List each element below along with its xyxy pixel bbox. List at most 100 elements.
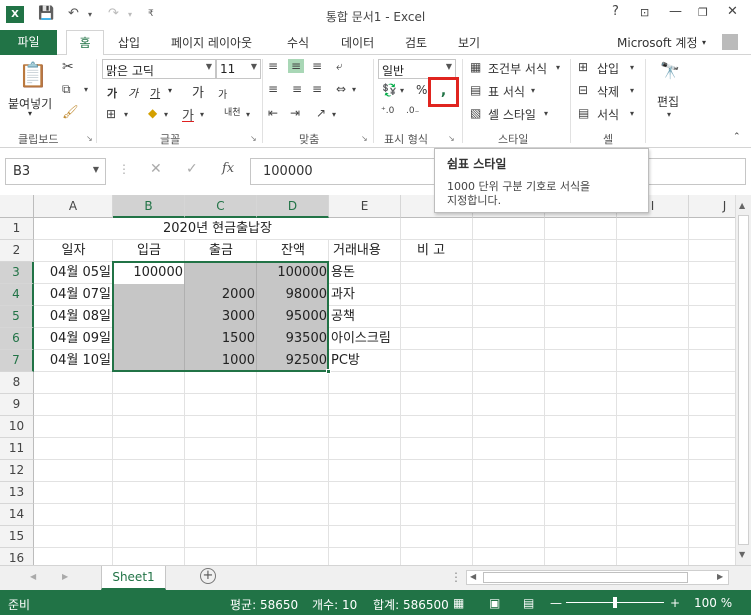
underline-dropdown-icon[interactable]: ▾ [168, 86, 172, 95]
next-sheet-icon[interactable]: ▶ [62, 572, 68, 581]
shrink-font-button[interactable]: 가 [218, 86, 227, 101]
merge-dropdown-icon[interactable]: ▾ [352, 85, 356, 94]
table-format-button[interactable]: 표 서식 [488, 83, 525, 100]
cell[interactable]: PC방 [329, 350, 401, 372]
cell[interactable] [113, 350, 185, 372]
cell[interactable]: 용돈 [329, 262, 401, 284]
name-box[interactable]: B3 ▼ [5, 158, 106, 185]
cell-style-button[interactable]: 셀 스타일 [488, 106, 536, 123]
row-header[interactable]: 15 [0, 526, 34, 548]
orientation-dropdown-icon[interactable]: ▾ [332, 110, 336, 119]
border-icon[interactable]: ⊞ [106, 107, 116, 121]
copy-icon[interactable]: ⧉ [62, 82, 71, 97]
zoom-slider-thumb[interactable] [613, 597, 617, 608]
tab-insert[interactable]: 삽입 [118, 34, 140, 51]
align-center-icon[interactable]: ≡ [292, 82, 302, 96]
enter-icon[interactable]: ✓ [186, 161, 198, 177]
sheet-title-cell[interactable]: 2020년 현금출납장 [34, 218, 401, 240]
comma-style-button[interactable]: , [428, 77, 459, 107]
close-button[interactable]: ✕ [727, 4, 738, 19]
decrease-indent-icon[interactable]: ⇤ [268, 106, 278, 120]
row-header[interactable]: 12 [0, 460, 34, 482]
scroll-down-icon[interactable]: ▼ [739, 550, 745, 559]
cell[interactable]: 공책 [329, 306, 401, 328]
zoom-level[interactable]: 100 % [694, 596, 732, 610]
horizontal-scrollbar[interactable]: ◀ ▶ [466, 570, 729, 585]
column-header[interactable]: D [257, 195, 329, 218]
conditional-format-dropdown-icon[interactable]: ▾ [556, 63, 560, 72]
tab-review[interactable]: 검토 [405, 34, 427, 51]
paste-dropdown-icon[interactable]: ▾ [28, 109, 32, 118]
column-header[interactable]: B [113, 195, 185, 218]
grow-font-button[interactable]: 가 [192, 82, 204, 101]
cell[interactable] [113, 306, 185, 328]
editing-button[interactable]: 편집 [657, 93, 679, 110]
row-header[interactable]: 11 [0, 438, 34, 460]
vertical-scrollbar[interactable]: ▲ ▼ [735, 195, 751, 565]
align-top-icon[interactable]: ≡ [268, 59, 278, 73]
row-header[interactable]: 1 [0, 218, 34, 240]
format-painter-icon[interactable]: 🖌 [62, 105, 79, 120]
cancel-icon[interactable]: ✕ [150, 161, 162, 177]
increase-indent-icon[interactable]: ⇥ [290, 106, 300, 120]
cell[interactable]: 04월 09일 [34, 328, 113, 350]
row-header[interactable]: 16 [0, 548, 34, 565]
number-format-combo[interactable]: 일반 ▼ [378, 59, 456, 79]
phonetic-button[interactable]: 내천 [224, 105, 241, 118]
account-dropdown-icon[interactable]: ▾ [702, 38, 706, 47]
row-header[interactable]: 14 [0, 504, 34, 526]
scroll-left-icon[interactable]: ◀ [470, 572, 476, 581]
cell[interactable]: 일자 [34, 240, 113, 262]
cell[interactable]: 04월 10일 [34, 350, 113, 372]
cell[interactable]: 93500 [257, 328, 329, 350]
paste-icon[interactable]: 📋 [18, 61, 48, 89]
row-header[interactable]: 3 [0, 262, 34, 284]
add-sheet-button[interactable]: + [200, 568, 216, 584]
collapse-ribbon-icon[interactable]: ⌃ [733, 132, 741, 142]
cell[interactable]: 아이스크림 [329, 328, 401, 350]
font-color-dropdown-icon[interactable]: ▾ [200, 110, 204, 119]
cell[interactable] [185, 262, 257, 284]
italic-button[interactable]: 가 [128, 85, 138, 101]
cell[interactable]: 100000 [113, 262, 185, 284]
table-format-dropdown-icon[interactable]: ▾ [531, 86, 535, 95]
font-size-combo[interactable]: 11 ▼ [216, 59, 261, 79]
editing-dropdown-icon[interactable]: ▾ [667, 110, 671, 119]
scroll-thumb[interactable] [738, 215, 749, 545]
normal-view-icon[interactable]: ▦ [453, 596, 464, 610]
copy-dropdown-icon[interactable]: ▾ [84, 85, 88, 94]
tab-page-layout[interactable]: 페이지 레이아웃 [171, 34, 252, 51]
tab-formulas[interactable]: 수식 [287, 34, 309, 51]
cell[interactable]: 입금 [113, 240, 185, 262]
cell[interactable]: 1500 [185, 328, 257, 350]
insert-cells-button[interactable]: 삽입 [597, 60, 619, 77]
table-format-icon[interactable]: ▤ [470, 83, 481, 97]
row-header[interactable]: 9 [0, 394, 34, 416]
cell[interactable] [113, 328, 185, 350]
percent-button[interactable]: % [416, 83, 427, 97]
align-right-icon[interactable]: ≡ [312, 82, 322, 96]
hscroll-thumb[interactable] [483, 572, 688, 583]
currency-dropdown-icon[interactable]: ▾ [400, 86, 404, 95]
insert-cells-icon[interactable]: ⊞ [578, 60, 588, 74]
cell[interactable]: 04월 08일 [34, 306, 113, 328]
cell[interactable]: 출금 [185, 240, 257, 262]
cell[interactable] [113, 284, 185, 306]
currency-icon[interactable]: 💱 [382, 83, 397, 97]
sheet-tab-sheet1[interactable]: Sheet1 [101, 566, 166, 590]
conditional-format-button[interactable]: 조건부 서식 [488, 60, 547, 77]
cell[interactable]: 100000 [257, 262, 329, 284]
delete-cells-dropdown-icon[interactable]: ▾ [630, 86, 634, 95]
tab-view[interactable]: 보기 [458, 34, 480, 51]
split-handle-icon[interactable]: ⋮ [450, 570, 462, 584]
page-break-view-icon[interactable]: ▤ [523, 596, 534, 610]
drag-handle-icon[interactable]: ⋮ [118, 162, 130, 176]
page-layout-view-icon[interactable]: ▣ [489, 596, 500, 610]
cell[interactable]: 과자 [329, 284, 401, 306]
prev-sheet-icon[interactable]: ◀ [30, 572, 36, 581]
column-header[interactable]: E [329, 195, 401, 218]
row-header[interactable]: 10 [0, 416, 34, 438]
delete-cells-button[interactable]: 삭제 [597, 83, 619, 100]
zoom-out-icon[interactable]: — [550, 596, 562, 610]
increase-decimal-icon[interactable]: ⁺.0 [381, 106, 394, 116]
